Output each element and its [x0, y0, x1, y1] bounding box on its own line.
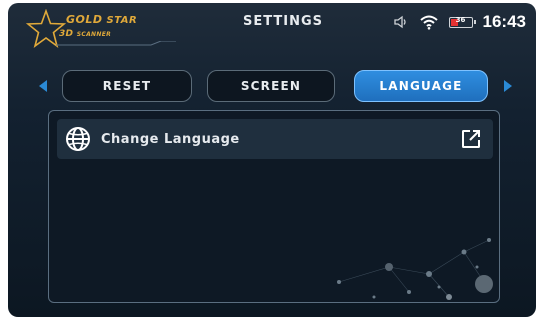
decorative-network-graphic — [337, 238, 493, 300]
brand-logo: GOLD STAR 3D SCANNER — [26, 7, 176, 48]
change-language-row[interactable]: Change Language — [57, 119, 493, 159]
page-title: SETTINGS — [243, 14, 324, 29]
external-link-icon[interactable] — [461, 129, 481, 149]
tab-language-label: LANGUAGE — [379, 79, 463, 93]
brand-3d-text: 3D — [59, 29, 74, 39]
battery-gauge: 36 — [448, 15, 476, 28]
tab-language[interactable]: LANGUAGE — [354, 70, 488, 102]
battery-label: 36 — [455, 15, 466, 24]
brand-underline — [56, 41, 176, 46]
tab-screen[interactable]: SCREEN — [207, 70, 335, 102]
language-panel: Change Language — [48, 110, 500, 303]
right-arrow-icon[interactable] — [504, 80, 512, 92]
status-bar: 36 16:43 — [393, 9, 526, 35]
tab-reset-label: RESET — [102, 79, 152, 93]
tab-reset[interactable]: RESET — [62, 70, 192, 102]
brand-star-text: STAR — [106, 15, 138, 26]
device-screen: GOLD STAR 3D SCANNER SETTINGS 36 16:43 R… — [8, 3, 536, 317]
brand-line1: GOLD STAR — [66, 13, 137, 26]
globe-icon — [65, 126, 91, 152]
tab-screen-label: SCREEN — [240, 79, 302, 93]
speaker-icon[interactable] — [393, 14, 409, 30]
brand-scanner-text: SCANNER — [76, 31, 112, 38]
brand-gold-text: GOLD — [66, 13, 103, 26]
change-language-label: Change Language — [101, 131, 240, 147]
clock: 16:43 — [482, 12, 526, 31]
wifi-icon[interactable] — [419, 14, 439, 30]
battery-icon: 36 — [448, 15, 476, 28]
brand-line2: 3D SCANNER — [59, 29, 111, 39]
header: GOLD STAR 3D SCANNER SETTINGS 36 16:43 — [8, 3, 536, 53]
left-arrow-icon[interactable] — [39, 80, 47, 92]
